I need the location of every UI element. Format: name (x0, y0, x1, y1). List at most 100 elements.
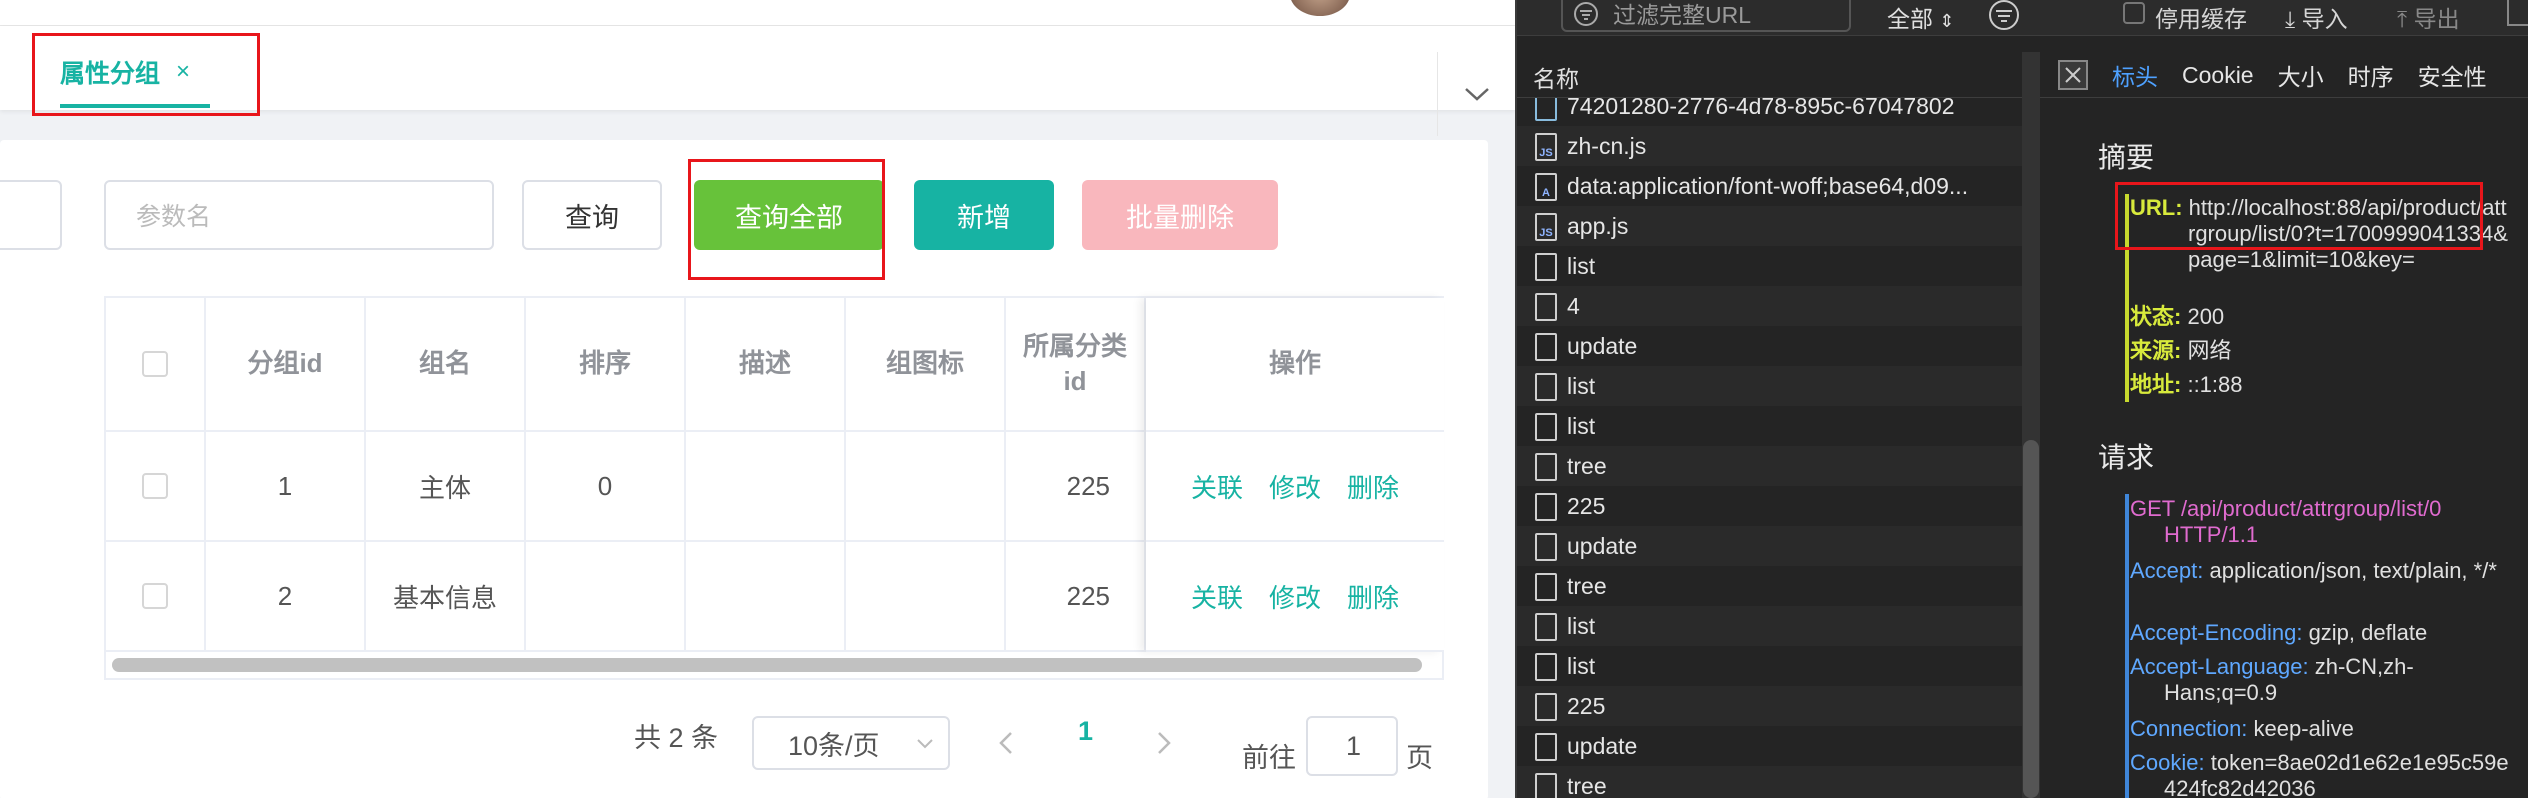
cell-sort: 0 (526, 432, 686, 542)
goto-prefix: 前往 (1242, 743, 1296, 773)
row-select (106, 432, 206, 542)
current-page[interactable]: 1 (1078, 716, 1093, 747)
header-value: token=8ae02d1e62e1e95c59e424fc82d42036 (2164, 750, 2509, 798)
address-value: ::1:88 (2187, 372, 2243, 397)
filter-input-partial[interactable] (0, 180, 62, 250)
horizontal-scrollbar[interactable] (112, 658, 1422, 672)
request-row[interactable]: 4 (1517, 286, 2022, 326)
header-accept: Accept: application/json, text/plain, */… (2130, 558, 2510, 584)
document-icon (1535, 453, 1557, 481)
checkbox[interactable] (142, 351, 168, 377)
image-file-icon (1535, 98, 1557, 121)
request-row[interactable]: tree (1517, 566, 2022, 606)
cell-description (686, 542, 846, 652)
request-row[interactable]: update (1517, 526, 2022, 566)
tab-security[interactable]: 安全性 (2418, 58, 2487, 92)
header-value: application/json, text/plain, */* (2209, 558, 2497, 583)
request-row[interactable]: list (1517, 646, 2022, 686)
header-group-icon: 组图标 (846, 298, 1006, 432)
highlight-box-query-all (688, 159, 885, 280)
cell-catelog-id: 225 (1006, 432, 1146, 542)
header-key: Connection: (2130, 716, 2248, 741)
delete-link[interactable]: 删除 (1347, 578, 1399, 615)
document-icon (1535, 373, 1557, 401)
updown-icon: ⇕ (1939, 11, 1955, 31)
filter-circle-icon[interactable] (1987, 0, 2021, 32)
header-group-name: 组名 (366, 298, 526, 432)
header-select-all (106, 298, 206, 432)
import-button[interactable]: ⤓ 导入 (2285, 0, 2348, 34)
request-name: update (1567, 332, 1638, 359)
fixed-operations-column: 操作 关联 修改 删除 关联 修改 删除 (1146, 298, 1444, 652)
request-name: list (1567, 252, 1596, 279)
header-catelog-id: 所属分类id (1006, 298, 1146, 432)
request-name: list (1567, 652, 1596, 679)
devtools-network-panel: 过滤完整URL 全部 ⇕ 停用缓存 ⤓ 导入 ⤒ 导出 名称 74201280-… (1515, 0, 2528, 798)
highlight-box-url (2115, 182, 2483, 250)
edit-link[interactable]: 修改 (1269, 578, 1321, 615)
page-size-select[interactable]: 10条/页 (752, 716, 950, 770)
cell-group-name: 基本信息 (366, 542, 526, 652)
request-row[interactable]: 74201280-2776-4d78-895c-67047802 (1517, 98, 2022, 126)
close-panel-button[interactable] (2507, 0, 2528, 26)
add-button[interactable]: 新增 (914, 180, 1054, 250)
prev-page-icon[interactable] (998, 730, 1014, 756)
pagination-total: 共 2 条 (634, 723, 719, 753)
tab-cookie[interactable]: Cookie (2182, 62, 2254, 89)
filter-placeholder: 过滤完整URL (1613, 2, 1752, 28)
cell-catelog-id: 225 (1006, 542, 1146, 652)
request-name: zh-cn.js (1567, 132, 1647, 159)
row-select (106, 542, 206, 652)
js-file-icon: JS (1535, 213, 1557, 241)
checkbox[interactable] (142, 583, 168, 609)
request-row[interactable]: update (1517, 726, 2022, 766)
disable-cache-checkbox[interactable] (2123, 2, 2145, 24)
page-size-value: 10条/页 (788, 730, 880, 761)
request-list-scrollbar[interactable] (2023, 440, 2039, 798)
url-filter-input[interactable]: 过滤完整URL (1561, 0, 1851, 32)
source-row: 来源: 网络 (2130, 338, 2231, 364)
close-details-button[interactable] (2058, 60, 2088, 90)
source-value: 网络 (2187, 338, 2232, 363)
relate-link[interactable]: 关联 (1191, 578, 1243, 615)
request-row[interactable]: tree (1517, 446, 2022, 486)
request-row[interactable]: list (1517, 366, 2022, 406)
request-row[interactable]: JS zh-cn.js (1517, 126, 2022, 166)
request-row[interactable]: JS app.js (1517, 206, 2022, 246)
highlight-box-tab (32, 33, 260, 116)
header-sort: 排序 (526, 298, 686, 432)
request-row[interactable]: list (1517, 246, 2022, 286)
relate-link[interactable]: 关联 (1191, 468, 1243, 505)
request-row[interactable]: list (1517, 406, 2022, 446)
checkbox[interactable] (142, 473, 168, 499)
name-column-header[interactable]: 名称 (1533, 60, 1579, 94)
tab-headers[interactable]: 标头 (2112, 58, 2158, 92)
header-value: gzip, deflate (2308, 620, 2428, 645)
tab-size[interactable]: 大小 (2278, 58, 2324, 92)
batch-delete-button[interactable]: 批量删除 (1082, 180, 1278, 250)
edit-link[interactable]: 修改 (1269, 468, 1321, 505)
query-button[interactable]: 查询 (522, 180, 662, 250)
goto-page-input[interactable]: 1 (1306, 716, 1398, 776)
request-name: update (1567, 732, 1638, 759)
type-select[interactable]: 全部 ⇕ (1887, 0, 1954, 34)
request-row[interactable]: 225 (1517, 686, 2022, 726)
avatar[interactable] (1290, 0, 1350, 16)
request-row[interactable]: list (1517, 606, 2022, 646)
next-page-icon[interactable] (1156, 730, 1172, 756)
request-row[interactable]: tree (1517, 766, 2022, 798)
request-row[interactable]: 225 (1517, 486, 2022, 526)
request-row[interactable]: Adata:application/font-woff;base64,d09..… (1517, 166, 2022, 206)
row-actions: 关联 修改 删除 (1146, 542, 1444, 652)
header-key: Accept-Language: (2130, 654, 2309, 679)
header-accept-encoding: Accept-Encoding: gzip, deflate (2130, 620, 2510, 646)
request-name: 225 (1567, 492, 1606, 519)
export-button[interactable]: ⤒ 导出 (2397, 0, 2460, 34)
param-name-input[interactable]: 参数名 (104, 180, 494, 250)
tags-dropdown-button[interactable] (1437, 52, 1515, 136)
request-row[interactable]: update (1517, 326, 2022, 366)
delete-link[interactable]: 删除 (1347, 468, 1399, 505)
tab-timing[interactable]: 时序 (2348, 58, 2394, 92)
request-name: tree (1567, 452, 1607, 479)
request-name: tree (1567, 572, 1607, 599)
